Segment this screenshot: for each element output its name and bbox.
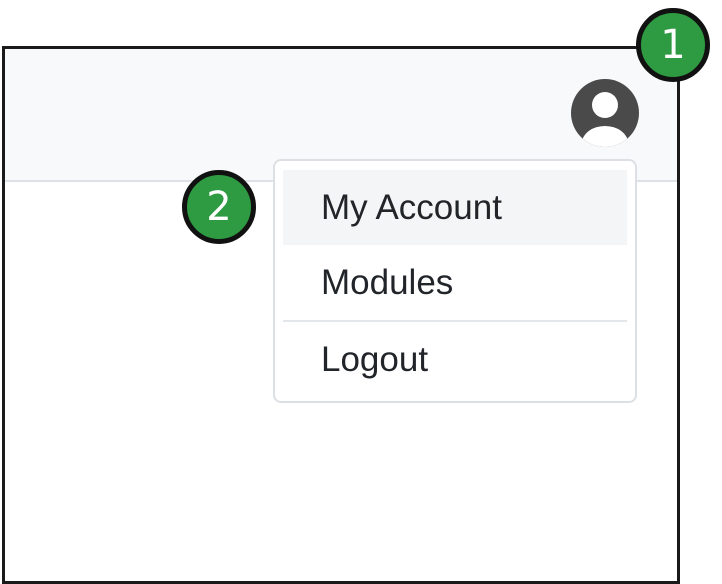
app-window: My Account Modules Logout — [2, 46, 680, 584]
step-badge-2: 2 — [182, 170, 256, 244]
user-circle-icon — [571, 79, 639, 147]
menu-item-my-account[interactable]: My Account — [283, 170, 627, 245]
menu-item-logout[interactable]: Logout — [283, 322, 627, 397]
user-avatar-button[interactable] — [569, 77, 641, 149]
menu-item-label: Logout — [321, 340, 429, 379]
menu-item-label: My Account — [321, 188, 502, 227]
step-badge-1: 1 — [636, 8, 710, 82]
user-dropdown-menu: My Account Modules Logout — [273, 159, 637, 403]
menu-item-modules[interactable]: Modules — [283, 245, 627, 320]
menu-item-label: Modules — [321, 263, 454, 302]
